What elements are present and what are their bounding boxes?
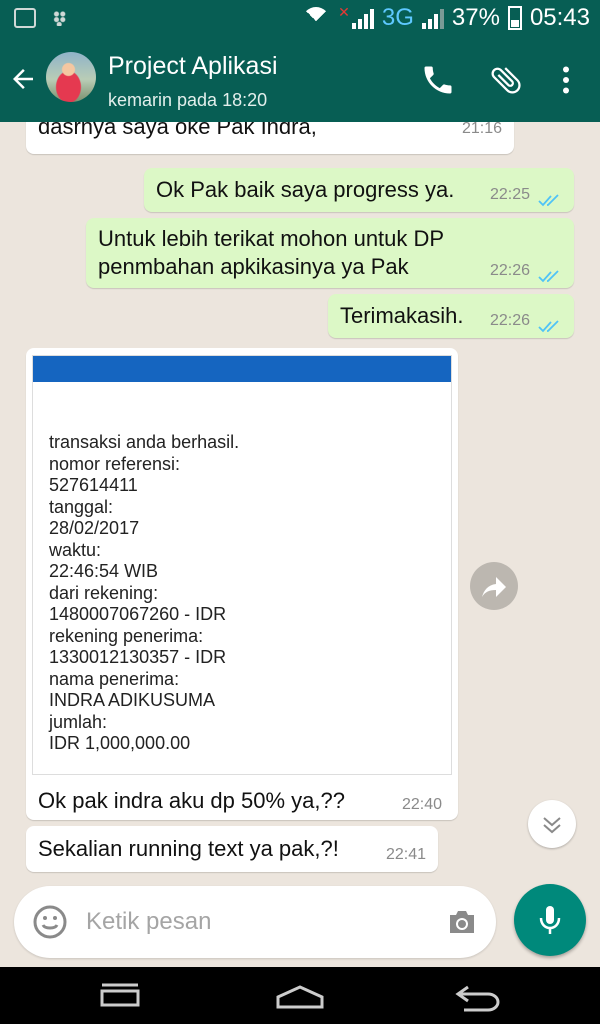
back-button[interactable] <box>450 979 510 1013</box>
message-input[interactable]: Ketik pesan <box>86 908 211 936</box>
read-ticks-icon <box>538 314 564 333</box>
home-button[interactable] <box>270 979 330 1013</box>
message-time: 22:26 <box>490 262 531 279</box>
signal-icon <box>351 7 374 29</box>
phone-icon[interactable] <box>420 62 456 98</box>
message-time: 21:16 <box>461 122 502 137</box>
message-time: 22:26 <box>490 312 531 329</box>
message-text-line-2: penmbahan apkikasinya ya Pak <box>98 254 409 279</box>
scroll-down-button[interactable] <box>528 800 576 848</box>
status-bar: ✕ 3G 37% 05:43 <box>0 0 600 38</box>
image-header-bar <box>33 356 451 382</box>
wifi-icon <box>302 7 330 29</box>
message-text: Terimakasih. <box>340 303 464 328</box>
chat-area[interactable]: dasrnya saya oke Pak Indra, 21:16 Ok Pak… <box>0 122 600 967</box>
mic-icon <box>539 906 561 934</box>
avatar[interactable] <box>46 52 96 102</box>
message-text-line-1: Untuk lebih terikat mohon untuk DP <box>98 226 445 251</box>
bbm-icon <box>50 8 72 28</box>
message-text: Sekalian running text ya pak,?! <box>38 836 339 861</box>
image-transaction-text: transaksi anda berhasil. nomor referensi… <box>49 432 240 753</box>
chevron-down-icon <box>543 817 561 834</box>
system-navigation-bar <box>0 967 600 1024</box>
back-arrow-icon[interactable] <box>8 64 38 94</box>
image-attachment[interactable]: transaksi anda berhasil. nomor referensi… <box>32 355 452 775</box>
network-type: 3G <box>381 4 414 31</box>
chat-title[interactable]: Project Aplikasi <box>108 52 278 81</box>
message-time: 22:40 <box>402 796 443 813</box>
read-ticks-icon <box>538 188 564 207</box>
read-ticks-icon <box>538 264 564 283</box>
recent-apps-button[interactable] <box>90 979 150 1013</box>
last-seen: kemarin pada 18:20 <box>108 90 268 110</box>
message-time: 22:41 <box>385 846 426 863</box>
more-vert-icon[interactable] <box>548 62 584 98</box>
message-time: 22:25 <box>490 186 531 203</box>
emoji-icon[interactable] <box>32 904 68 940</box>
message-text: dasrnya saya oke Pak Indra, <box>38 122 317 139</box>
message-incoming[interactable]: Sekalian running text ya pak,?! 22:41 <box>26 826 438 872</box>
signal-2-icon <box>421 7 444 29</box>
image-caption: Ok pak indra aku dp 50% ya,?? <box>38 788 345 813</box>
gallery-icon <box>14 8 36 28</box>
battery-icon <box>507 6 522 30</box>
chat-header: Project Aplikasi kemarin pada 18:20 <box>0 38 600 122</box>
mic-button[interactable] <box>514 884 586 956</box>
message-composer[interactable]: Ketik pesan <box>14 886 496 958</box>
clock: 05:43 <box>529 4 590 31</box>
no-signal-icon: ✕ <box>338 4 350 20</box>
message-incoming[interactable]: dasrnya saya oke Pak Indra, 21:16 <box>26 122 514 154</box>
message-text: Ok Pak baik saya progress ya. <box>156 177 455 202</box>
camera-icon[interactable] <box>444 904 480 940</box>
message-outgoing[interactable]: Ok Pak baik saya progress ya. 22:25 <box>144 168 574 212</box>
message-outgoing[interactable]: Terimakasih. 22:26 <box>328 294 574 338</box>
battery-percent: 37% <box>451 4 500 31</box>
attach-icon[interactable] <box>488 62 524 98</box>
message-outgoing[interactable]: Untuk lebih terikat mohon untuk DP penmb… <box>86 218 574 288</box>
forward-icon[interactable] <box>470 562 518 610</box>
